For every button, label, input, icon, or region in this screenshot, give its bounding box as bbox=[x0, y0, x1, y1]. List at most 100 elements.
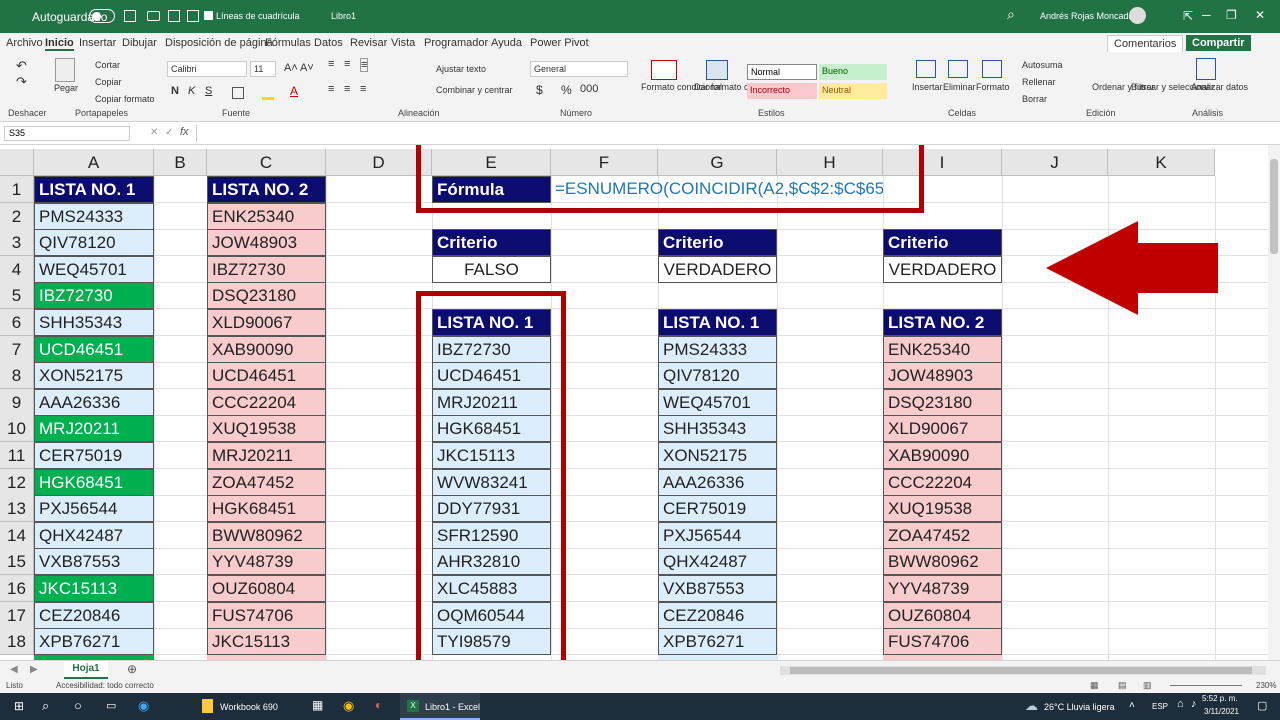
result-list-i-cell[interactable]: FUS74706 bbox=[883, 628, 1002, 656]
table-icon[interactable] bbox=[168, 10, 180, 22]
accessibility-status[interactable]: Accesibilidad: todo correcto bbox=[56, 681, 154, 690]
font-color-icon[interactable]: A bbox=[290, 84, 298, 98]
result-list-g-cell[interactable]: CER75019 bbox=[658, 495, 777, 523]
result-list-i-cell[interactable]: ZOA47452 bbox=[883, 521, 1002, 549]
list-a-cell[interactable]: QIV78120 bbox=[34, 229, 154, 257]
tab-power-pivot[interactable]: Power Pivot bbox=[530, 37, 589, 49]
insert-cells-label[interactable]: Insertar bbox=[912, 82, 943, 92]
list-a-cell[interactable]: XPB76271 bbox=[34, 628, 154, 656]
weather-text[interactable]: 26°C Lluvia ligera bbox=[1044, 702, 1115, 712]
taskbar-app-workbook[interactable]: Workbook 690 bbox=[220, 702, 278, 712]
list-a-cell[interactable]: PMS24333 bbox=[34, 202, 154, 230]
list-a-cell[interactable]: SHH35343 bbox=[34, 309, 154, 336]
copy-format-button[interactable]: Copiar formato bbox=[95, 94, 155, 104]
result-list-g-cell[interactable]: WEQ45701 bbox=[658, 388, 777, 416]
normal-view-icon[interactable]: ▦ bbox=[1090, 680, 1099, 691]
list-c-cell[interactable]: BWW80962 bbox=[207, 521, 326, 549]
weather-icon[interactable]: ☁ bbox=[1025, 698, 1038, 714]
list-c-cell[interactable]: YYV48739 bbox=[207, 548, 326, 576]
result-list-g-cell[interactable]: AAA26336 bbox=[658, 468, 777, 496]
style-incorrecto[interactable]: Incorrecto bbox=[747, 83, 817, 99]
result-list-g-cell[interactable]: PXJ56544 bbox=[658, 521, 777, 549]
row-header-15[interactable]: 15 bbox=[0, 548, 34, 576]
avatar[interactable] bbox=[1129, 7, 1146, 24]
camera-icon[interactable] bbox=[147, 11, 160, 21]
row-header-3[interactable]: 3 bbox=[0, 229, 34, 257]
tab-dibujar[interactable]: Dibujar bbox=[122, 37, 157, 49]
tab-formulas[interactable]: Fórmulas bbox=[265, 37, 311, 49]
row-header-10[interactable]: 10 bbox=[0, 415, 34, 443]
language-indicator[interactable]: ESP bbox=[1152, 702, 1168, 711]
page-layout-view-icon[interactable]: ▤ bbox=[1118, 680, 1127, 691]
sheet-tab-hoja1[interactable]: Hoja1 bbox=[64, 661, 108, 679]
horizontal-scroll-thumb[interactable] bbox=[790, 667, 1252, 674]
tab-datos[interactable]: Datos bbox=[314, 37, 343, 49]
list-a-cell[interactable]: WEQ45701 bbox=[34, 255, 154, 283]
list-c-cell[interactable]: ZOA47452 bbox=[207, 468, 326, 496]
undo-icon[interactable]: ↶ bbox=[16, 58, 27, 74]
tab-programador[interactable]: Programador bbox=[424, 37, 488, 49]
list-a-cell[interactable]: PXJ56544 bbox=[34, 495, 154, 523]
tab-ayuda[interactable]: Ayuda bbox=[491, 37, 522, 49]
list-a-cell[interactable]: QHX42487 bbox=[34, 521, 154, 549]
percent-icon[interactable]: % bbox=[561, 83, 572, 97]
list-a-cell[interactable]: CEZ20846 bbox=[34, 601, 154, 629]
list-a-cell[interactable]: HGK68451 bbox=[34, 468, 154, 496]
analyze-data-label[interactable]: Analizar datos bbox=[1191, 82, 1248, 92]
tab-prev-icon[interactable]: ◀ bbox=[10, 664, 18, 675]
grid-icon[interactable] bbox=[187, 10, 199, 22]
list-c-cell[interactable]: OUZ60804 bbox=[207, 575, 326, 602]
list-c-cell[interactable]: JKC15113 bbox=[207, 628, 326, 656]
edge-icon[interactable]: ◉ bbox=[138, 698, 149, 714]
search-icon[interactable]: ⌕ bbox=[1007, 6, 1015, 23]
list-a-cell[interactable]: MRJ20211 bbox=[34, 415, 154, 443]
criteria-header[interactable]: Criterio bbox=[432, 229, 551, 257]
formula-input[interactable] bbox=[196, 125, 1271, 142]
list-a-cell[interactable]: AAA26336 bbox=[34, 388, 154, 416]
row-header-4[interactable]: 4 bbox=[0, 255, 34, 283]
result-list-i-cell[interactable]: DSQ23180 bbox=[883, 388, 1002, 416]
result-list-g-cell[interactable]: PMS24333 bbox=[658, 335, 777, 363]
cancel-icon[interactable]: ✕ bbox=[150, 127, 158, 138]
align-bottom-icon[interactable]: ≡ bbox=[360, 58, 369, 72]
analyze-data-icon[interactable] bbox=[1196, 58, 1216, 80]
ribbon-display-icon[interactable]: ⇱ bbox=[1183, 9, 1193, 23]
conditional-format-icon[interactable] bbox=[651, 60, 677, 80]
criteria-header[interactable]: Criterio bbox=[883, 229, 1002, 257]
row-header-12[interactable]: 12 bbox=[0, 468, 34, 496]
paste-label[interactable]: Pegar bbox=[54, 83, 78, 93]
clock-time[interactable]: 5:52 p. m. bbox=[1202, 694, 1238, 703]
cut-button[interactable]: Cortar bbox=[95, 60, 120, 70]
list-c-header[interactable]: LISTA NO. 2 bbox=[207, 176, 326, 203]
list-c-cell[interactable]: XUQ19538 bbox=[207, 415, 326, 443]
result-list-g-cell[interactable]: CEZ20846 bbox=[658, 601, 777, 629]
font-size-select[interactable]: 11 bbox=[250, 61, 276, 77]
row-header-18[interactable]: 18 bbox=[0, 628, 34, 656]
network-icon[interactable]: ⌂ bbox=[1177, 698, 1184, 710]
tab-revisar[interactable]: Revisar bbox=[350, 37, 387, 49]
tab-vista[interactable]: Vista bbox=[391, 37, 415, 49]
gridlines-checkbox[interactable] bbox=[204, 11, 213, 20]
vertical-scrollbar[interactable] bbox=[1268, 145, 1280, 660]
list-c-cell[interactable]: HGK68451 bbox=[207, 495, 326, 523]
name-box[interactable]: S35 bbox=[4, 126, 130, 141]
shrink-font-icon[interactable]: A˅ bbox=[300, 62, 314, 74]
row-header-16[interactable]: 16 bbox=[0, 575, 34, 602]
list-a-cell[interactable]: IBZ72730 bbox=[34, 282, 154, 310]
list-c-cell[interactable]: XAB90090 bbox=[207, 335, 326, 363]
worksheet-grid[interactable]: ABCDEFGHIJK 1 2 3 4 5 6 7 8 9 10 11 12 13 14 15 16 17 18 … bbox=[0, 145, 1268, 660]
col-header-c[interactable]: C bbox=[207, 149, 326, 176]
row-header-9[interactable]: 9 bbox=[0, 388, 34, 416]
align-left-icon[interactable]: ≡ bbox=[328, 83, 334, 95]
format-cells-icon[interactable] bbox=[982, 60, 1002, 78]
list-a-cell[interactable]: JKC15113 bbox=[34, 575, 154, 602]
result-list-g-header[interactable]: LISTA NO. 1 bbox=[658, 309, 777, 336]
result-list-i-cell[interactable]: XLD90067 bbox=[883, 415, 1002, 443]
tray-chevron-icon[interactable]: ˄ bbox=[1129, 700, 1135, 711]
bold-icon[interactable]: N bbox=[171, 85, 179, 97]
row-header-13[interactable]: 13 bbox=[0, 495, 34, 523]
list-a-cell[interactable]: VXB87553 bbox=[34, 548, 154, 576]
list-a-cell[interactable]: UCD46451 bbox=[34, 335, 154, 363]
tab-inicio[interactable]: Inicio bbox=[45, 37, 74, 51]
col-header-k[interactable]: K bbox=[1108, 149, 1215, 176]
